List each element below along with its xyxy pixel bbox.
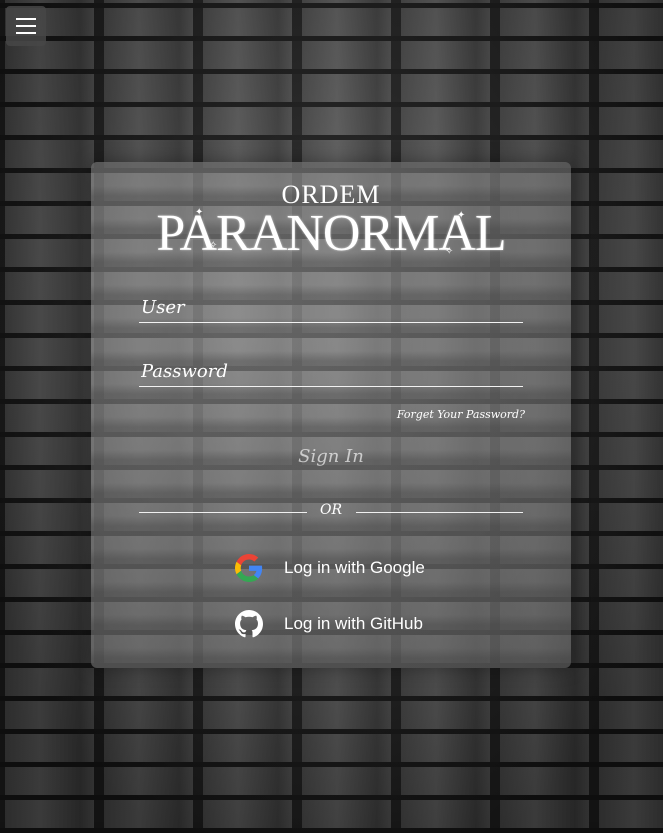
login-card: ORDEM PARANORMAL ✦ ✧ ✦ ✧ Forget Your Pas…	[91, 162, 571, 668]
logo-sparkle-icon: ✦	[457, 210, 466, 221]
github-icon	[234, 609, 264, 639]
forgot-password-link[interactable]: Forget Your Password?	[397, 408, 525, 421]
logo-sparkle-icon: ✧	[445, 246, 454, 257]
hamburger-menu-icon	[16, 18, 36, 34]
divider-left	[139, 512, 307, 513]
logo-sparkle-icon: ✦	[195, 207, 204, 218]
logo-sparkle-icon: ✧	[209, 240, 218, 251]
github-login-button[interactable]: Log in with GitHub	[234, 607, 423, 641]
divider-right	[356, 512, 523, 513]
menu-button[interactable]	[6, 6, 46, 46]
user-field	[139, 292, 527, 323]
password-field	[139, 356, 527, 387]
or-label: OR	[319, 502, 343, 518]
github-login-label: Log in with GitHub	[284, 614, 423, 633]
ordem-paranormal-logo: ORDEM PARANORMAL	[91, 182, 571, 262]
google-login-button[interactable]: Log in with Google	[234, 551, 425, 585]
google-login-label: Log in with Google	[284, 558, 425, 577]
sign-in-button[interactable]: Sign In	[281, 442, 381, 472]
password-input[interactable]	[139, 356, 527, 386]
google-icon	[234, 553, 264, 583]
logo-main-text: PARANORMAL	[156, 205, 506, 262]
user-input[interactable]	[139, 292, 527, 322]
